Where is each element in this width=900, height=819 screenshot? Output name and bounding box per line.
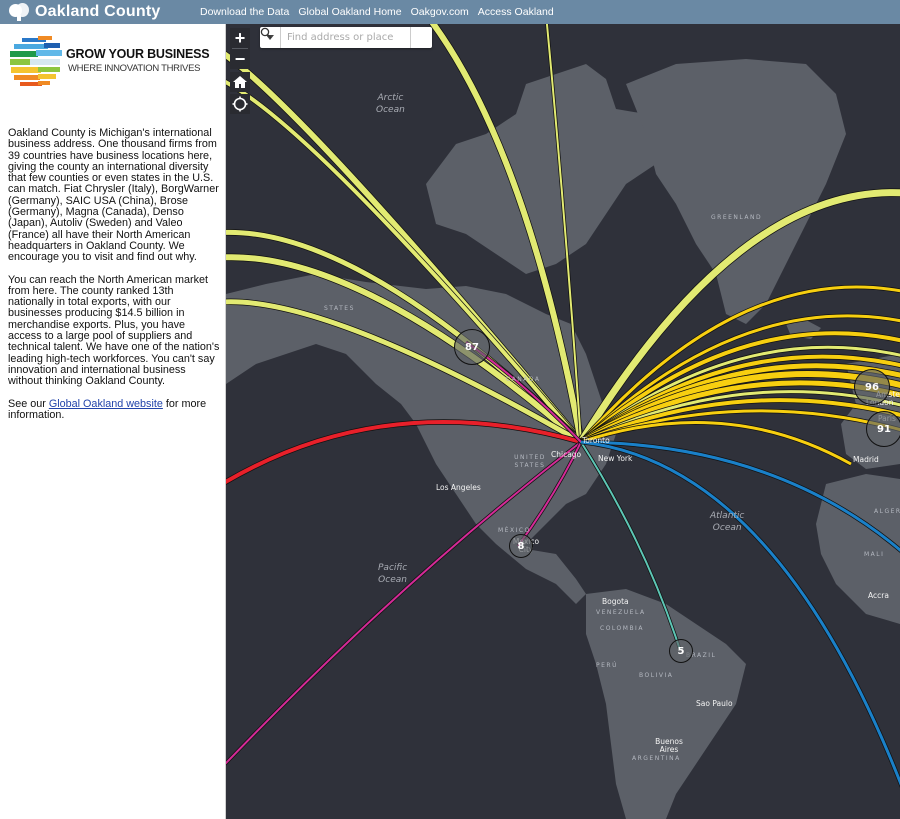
zoom-control: + − [230, 28, 250, 69]
label-arctic-ocean: Arctic Ocean [376, 93, 405, 115]
cluster-87[interactable]: 87 [454, 329, 490, 365]
brand-subtitle: WHERE INNOVATION THRIVES [68, 63, 201, 74]
top-bar: Oakland County Download the Data Global … [0, 0, 900, 24]
sidebar: GROW YOUR BUSINESS WHERE INNOVATION THRI… [0, 24, 226, 819]
label-canada: CANADA [506, 376, 541, 383]
basemap [226, 24, 900, 819]
label-bogota: Bogota [602, 597, 629, 606]
label-colombia: COLOMBIA [600, 625, 644, 632]
top-nav: Download the Data Global Oakland Home Oa… [200, 0, 554, 24]
label-argentina: ARGENTINA [632, 755, 681, 762]
global-oakland-link[interactable]: Global Oakland website [49, 398, 163, 410]
site-title[interactable]: Oakland County [35, 3, 160, 21]
cluster-5[interactable]: 5 [669, 639, 693, 663]
more-info-paragraph: See our Global Oakland website for more … [8, 397, 220, 422]
search-icon [260, 27, 272, 39]
label-accra: Accra [868, 591, 889, 600]
label-buenos-aires: Buenos Aires [655, 737, 683, 754]
label-united-states: UNITED STATES [514, 454, 546, 469]
map-view[interactable]: Arctic Ocean Atlantic Ocean Pacific Ocean G… [226, 24, 900, 819]
brand-banner: GROW YOUR BUSINESS WHERE INNOVATION THRI… [8, 34, 218, 94]
label-mexico: MÉXICO [498, 527, 531, 534]
label-bolivia: BOLIVIA [639, 672, 674, 679]
tree-icon [9, 3, 31, 21]
label-new-york: New York [598, 454, 633, 463]
label-pacific-ocean: Pacific Ocean [378, 563, 408, 585]
home-button[interactable] [230, 72, 250, 92]
globe-logo-icon [10, 36, 62, 86]
nav-download-data[interactable]: Download the Data [200, 6, 289, 18]
label-madrid: Madrid [853, 455, 879, 464]
sidebar-description: Oakland County is Michigan's internation… [8, 127, 220, 432]
label-venezuela: VENEZUELA [596, 609, 646, 616]
cluster-8[interactable]: 8 [509, 534, 533, 558]
label-mali: MALI [864, 551, 885, 558]
label-greenland: GREENLAND [711, 214, 763, 221]
land-greenland [626, 59, 846, 324]
search-button[interactable] [260, 27, 432, 48]
label-toronto: Toronto [582, 436, 610, 445]
nav-access-oakland[interactable]: Access Oakland [478, 6, 554, 18]
brand-title: GROW YOUR BUSINESS [66, 47, 210, 61]
exports-paragraph: You can reach the North American market … [8, 273, 220, 388]
label-los-angeles: Los Angeles [436, 483, 481, 492]
cluster-96[interactable]: 96 [854, 369, 890, 405]
more-info-prefix: See our [8, 397, 49, 410]
land-central-america [496, 544, 586, 604]
zoom-out-button[interactable]: − [230, 49, 250, 69]
label-atlantic-ocean: Atlantic Ocean [710, 511, 745, 533]
search-input[interactable] [281, 27, 410, 48]
search-widget [260, 27, 432, 48]
locate-icon [232, 96, 248, 112]
label-algeria: ALGERIA [874, 508, 900, 515]
label-sao-paulo: Sao Paulo [696, 699, 733, 708]
home-icon [233, 76, 247, 88]
land-arctic-archipelago [426, 64, 666, 274]
land-africa [816, 474, 900, 624]
label-chicago: Chicago [551, 450, 582, 459]
label-states: STATES [324, 305, 355, 312]
intro-paragraph: Oakland County is Michigan's internation… [8, 127, 219, 264]
zoom-in-button[interactable]: + [230, 28, 250, 48]
nav-global-oakland-home[interactable]: Global Oakland Home [298, 6, 401, 18]
label-peru: PERÚ [596, 662, 618, 669]
cluster-91[interactable]: 91 [866, 411, 900, 447]
nav-oakgov[interactable]: Oakgov.com [411, 6, 469, 18]
locate-button[interactable] [230, 94, 250, 114]
